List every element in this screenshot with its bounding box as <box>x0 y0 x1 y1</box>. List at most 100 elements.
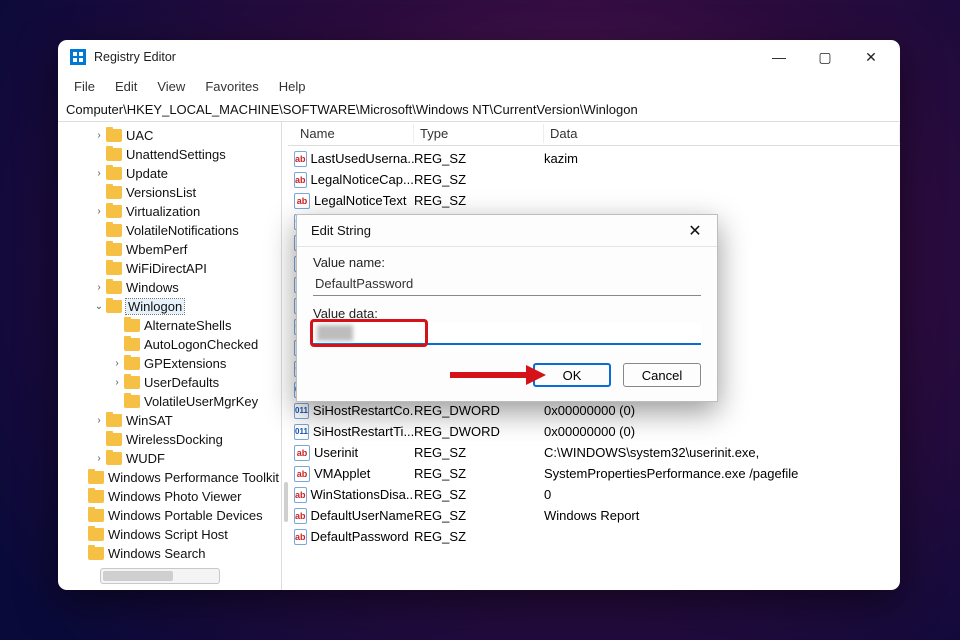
table-row[interactable]: abWinStationsDisa...REG_SZ0 <box>288 484 900 505</box>
expand-toggle[interactable]: ⌄ <box>94 301 104 312</box>
menu-favorites[interactable]: Favorites <box>197 77 266 96</box>
tree-node[interactable]: Windows Performance Toolkit <box>58 468 281 487</box>
expand-toggle[interactable]: › <box>112 377 122 388</box>
value-data: Windows Report <box>544 508 900 523</box>
tree-label: UserDefaults <box>144 375 219 390</box>
tree-node[interactable]: WbemPerf <box>58 240 281 259</box>
folder-icon <box>106 281 122 294</box>
tree-node[interactable]: Windows Search <box>58 544 281 563</box>
folder-icon <box>106 224 122 237</box>
titlebar[interactable]: Registry Editor — ▢ ✕ <box>58 40 900 74</box>
tree-node[interactable]: ⌄ Winlogon <box>58 297 281 316</box>
minimize-button[interactable]: — <box>756 42 802 72</box>
tree-node[interactable]: VersionsList <box>58 183 281 202</box>
maximize-button[interactable]: ▢ <box>802 42 848 72</box>
value-icon: ab <box>294 445 310 461</box>
value-name: SiHostRestartTi... <box>313 424 414 439</box>
table-row[interactable]: abLastUsedUserna...REG_SZkazim <box>288 148 900 169</box>
table-row[interactable]: 011SiHostRestartCo...REG_DWORD0x00000000… <box>288 400 900 421</box>
expand-toggle[interactable]: › <box>94 282 104 293</box>
expand-toggle[interactable]: › <box>94 206 104 217</box>
tree-label: UAC <box>126 128 153 143</box>
value-name: VMApplet <box>314 466 370 481</box>
expand-toggle[interactable]: › <box>112 358 122 369</box>
tree-node[interactable]: ›WinSAT <box>58 411 281 430</box>
table-row[interactable]: abDefaultUserNameREG_SZWindows Report <box>288 505 900 526</box>
expand-toggle[interactable]: › <box>94 130 104 141</box>
value-type: REG_DWORD <box>414 424 544 439</box>
redacted-overlay <box>317 325 353 341</box>
table-row[interactable]: abLegalNoticeCap...REG_SZ <box>288 169 900 190</box>
dialog-close-button[interactable]: ✕ <box>675 217 715 245</box>
value-data: SystemPropertiesPerformance.exe /pagefil… <box>544 466 900 481</box>
col-data[interactable]: Data <box>544 124 900 143</box>
col-type[interactable]: Type <box>414 124 544 143</box>
address-text: Computer\HKEY_LOCAL_MACHINE\SOFTWARE\Mic… <box>66 102 638 117</box>
menu-view[interactable]: View <box>149 77 193 96</box>
tree-node[interactable]: WirelessDocking <box>58 430 281 449</box>
tree-node[interactable]: ›Update <box>58 164 281 183</box>
menu-help[interactable]: Help <box>271 77 314 96</box>
table-row[interactable]: abLegalNoticeTextREG_SZ <box>288 190 900 211</box>
tree-node[interactable]: Windows Photo Viewer <box>58 487 281 506</box>
expand-toggle[interactable]: › <box>94 453 104 464</box>
tree-node[interactable]: UnattendSettings <box>58 145 281 164</box>
dialog-title: Edit String <box>311 223 371 238</box>
tree-label: Winlogon <box>126 299 184 314</box>
folder-icon <box>106 167 122 180</box>
close-button[interactable]: ✕ <box>848 42 894 72</box>
tree-node[interactable]: › UAC <box>58 126 281 145</box>
folder-icon <box>124 338 140 351</box>
tree-node[interactable]: WiFiDirectAPI <box>58 259 281 278</box>
value-icon: ab <box>294 151 307 167</box>
tree-node[interactable]: Windows Script Host <box>58 525 281 544</box>
value-name: LegalNoticeCap... <box>311 172 414 187</box>
table-row[interactable]: abDefaultPasswordREG_SZ <box>288 526 900 547</box>
value-name: WinStationsDisa... <box>311 487 414 502</box>
value-icon: ab <box>294 466 310 482</box>
menu-edit[interactable]: Edit <box>107 77 145 96</box>
expand-toggle[interactable]: › <box>94 415 104 426</box>
tree-node[interactable]: Windows Portable Devices <box>58 506 281 525</box>
folder-icon <box>88 471 104 484</box>
value-type: REG_SZ <box>414 466 544 481</box>
dialog-titlebar[interactable]: Edit String ✕ <box>297 215 717 247</box>
tree-label: AlternateShells <box>144 318 231 333</box>
folder-icon <box>106 300 122 313</box>
value-type: REG_SZ <box>414 151 544 166</box>
table-row[interactable]: abUserinitREG_SZC:\WINDOWS\system32\user… <box>288 442 900 463</box>
folder-icon <box>88 528 104 541</box>
tree-node[interactable]: ›Virtualization <box>58 202 281 221</box>
address-bar[interactable]: Computer\HKEY_LOCAL_MACHINE\SOFTWARE\Mic… <box>58 98 900 122</box>
tree-node[interactable]: ›GPExtensions <box>58 354 281 373</box>
tree-node[interactable]: › UserDefaults <box>58 373 281 392</box>
value-name-field[interactable]: DefaultPassword <box>313 272 701 296</box>
splitter[interactable] <box>282 122 288 590</box>
value-icon: ab <box>294 487 307 503</box>
tree-node[interactable]: ›WUDF <box>58 449 281 468</box>
tree-label: VersionsList <box>126 185 196 200</box>
value-type: REG_SZ <box>414 508 544 523</box>
value-icon: ab <box>294 529 307 545</box>
value-data-input[interactable] <box>313 323 701 345</box>
value-type: REG_SZ <box>414 487 544 502</box>
value-data: kazim <box>544 151 900 166</box>
cancel-button[interactable]: Cancel <box>623 363 701 387</box>
list-header[interactable]: Name Type Data <box>288 122 900 146</box>
expand-toggle[interactable]: › <box>94 168 104 179</box>
tree-node[interactable]: AlternateShells <box>58 316 281 335</box>
tree-label: WbemPerf <box>126 242 187 257</box>
tree-label: Windows Script Host <box>108 527 228 542</box>
menu-file[interactable]: File <box>66 77 103 96</box>
ok-button[interactable]: OK <box>533 363 611 387</box>
tree-node[interactable]: VolatileUserMgrKey <box>58 392 281 411</box>
tree-node[interactable]: ›Windows <box>58 278 281 297</box>
tree-node[interactable]: VolatileNotifications <box>58 221 281 240</box>
table-row[interactable]: ab VMApplet REG_SZSystemPropertiesPerforma… <box>288 463 900 484</box>
tree-node[interactable]: AutoLogonChecked <box>58 335 281 354</box>
tree-h-scrollbar[interactable] <box>100 568 220 584</box>
folder-icon <box>124 319 140 332</box>
table-row[interactable]: 011SiHostRestartTi...REG_DWORD0x00000000… <box>288 421 900 442</box>
col-name[interactable]: Name <box>294 124 414 143</box>
tree-pane[interactable]: › UAC UnattendSettings›Update VersionsList ›… <box>58 122 282 590</box>
